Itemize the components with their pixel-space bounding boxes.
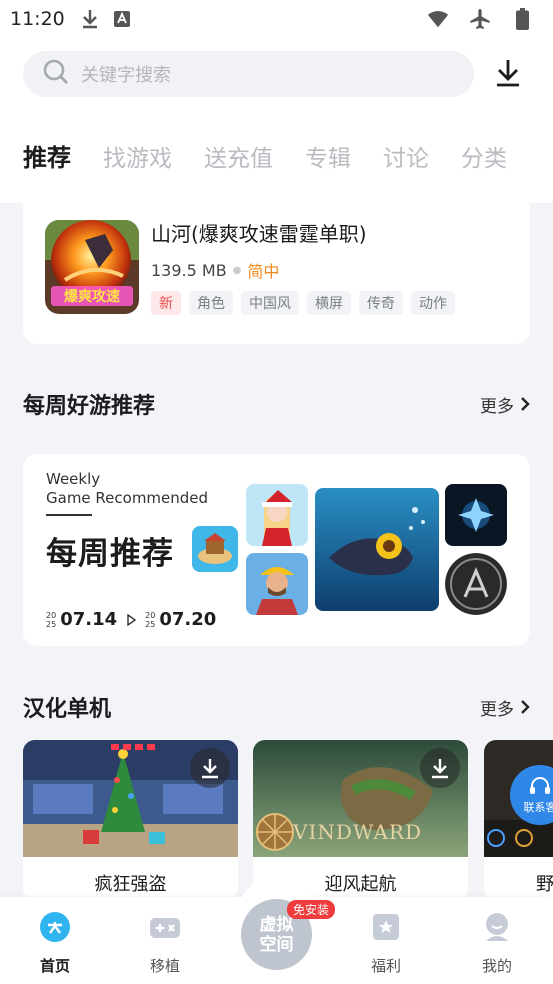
end-year: 20 25 [145, 611, 155, 629]
nav-welfare-label: 福利 [370, 957, 401, 975]
game-name: 野 [536, 874, 553, 895]
battery-icon [511, 8, 533, 30]
weekly-divider [46, 514, 92, 516]
download-manager-button[interactable] [495, 58, 525, 90]
tag: 中国风 [241, 291, 299, 315]
nav-port[interactable]: 移植 [125, 911, 205, 976]
weekly-game-tile-island[interactable] [192, 526, 238, 572]
vindward-logo-text: VINDWARD [293, 820, 422, 844]
download-icon [432, 759, 448, 779]
search-icon [43, 59, 69, 89]
game-language: 简中 [247, 262, 280, 281]
tag: 传奇 [359, 291, 403, 315]
game-icon: 爆爽攻速 [45, 220, 139, 314]
weekly-game-tile-worker[interactable] [246, 553, 308, 615]
weekly-game-tile-glow[interactable] [445, 484, 507, 546]
bookmark-star-icon [373, 914, 399, 940]
weekly-more-link[interactable]: 更多 [480, 392, 530, 417]
weekly-game-tile-christmas[interactable] [246, 484, 308, 546]
virtual-space-line1: 虚拟 [259, 914, 294, 935]
nav-mine[interactable]: 我的 [457, 911, 537, 976]
tag: 角色 [189, 291, 233, 315]
search-bar[interactable]: 关键字搜索 [23, 51, 474, 97]
weekly-section-header: 每周好游推荐 更多 [23, 388, 530, 420]
nav-welfare[interactable]: 福利 [346, 911, 426, 976]
download-icon [497, 60, 519, 87]
search-placeholder: 关键字搜索 [81, 65, 171, 86]
header: 关键字搜索 推荐 找游戏 送充值 专辑 讨论 分类 [0, 38, 553, 203]
status-time: 11:20 [10, 8, 65, 30]
chevron-right-icon [521, 397, 530, 411]
download-button[interactable] [190, 748, 230, 788]
end-year-top: 20 [145, 610, 156, 620]
start-date: 07.14 [60, 609, 118, 630]
weekly-date-range: 20 25 07.14 20 25 07.20 [46, 609, 216, 630]
weekly-section-title: 每周好游推荐 [23, 394, 156, 419]
game-title: 山河(爆爽攻速雷霆单职) [151, 222, 367, 246]
gamepad-icon [150, 918, 180, 938]
end-date: 07.20 [159, 609, 217, 630]
weekly-cn-title: 每周推荐 [46, 536, 174, 572]
weekly-game-tile-fish[interactable] [315, 488, 439, 611]
game-name: 疯狂强盗 [94, 874, 167, 895]
featured-game-card[interactable]: 爆爽攻速 山河(爆爽攻速雷霆单职) 139.5 MB ● 简中 新 角色 中国风… [23, 190, 530, 344]
nav-port-label: 移植 [149, 957, 180, 975]
game-size: 139.5 MB [151, 260, 227, 280]
tag: 动作 [411, 291, 455, 315]
weekly-en-line2: Game Recommended [46, 489, 209, 507]
tag-new: 新 [151, 291, 181, 315]
download-status-icon [79, 8, 101, 30]
home-icon [40, 912, 70, 942]
user-icon [486, 913, 508, 941]
nav-home-label: 首页 [39, 957, 70, 975]
hanhua-section-title: 汉化单机 [23, 697, 112, 722]
weekly-banner[interactable]: Weekly Game Recommended 每周推荐 20 25 07.14… [23, 454, 530, 646]
nav-home[interactable]: 首页 [15, 911, 95, 976]
airplane-mode-icon [469, 8, 491, 30]
tab-find-games[interactable]: 找游戏 [103, 139, 172, 173]
end-year-bottom: 25 [145, 619, 156, 629]
headset-icon [530, 777, 550, 794]
arrow-right-icon [127, 613, 137, 626]
weekly-game-tile-emblem[interactable] [445, 553, 507, 615]
chevron-right-icon [521, 700, 530, 714]
weekly-en-line1: Weekly [46, 470, 101, 488]
nav-mine-label: 我的 [481, 957, 512, 975]
game-tags: 新 角色 中国风 横屏 传奇 动作 [151, 291, 455, 315]
start-year-top: 20 [46, 610, 57, 620]
tab-recommend[interactable]: 推荐 [23, 138, 71, 173]
tab-discussion[interactable]: 讨论 [383, 139, 429, 173]
hanhua-game-card[interactable]: 疯狂强盗 [23, 740, 238, 900]
meta-separator: ● [232, 264, 242, 276]
tab-category[interactable]: 分类 [461, 139, 507, 173]
hanhua-section-header: 汉化单机 更多 [23, 691, 530, 723]
tab-albums[interactable]: 专辑 [305, 139, 351, 173]
game-icon-text: 爆爽攻速 [64, 288, 120, 305]
wifi-icon [427, 8, 449, 30]
tab-bar: 推荐 找游戏 送充值 专辑 讨论 分类 [23, 138, 539, 173]
game-meta: 139.5 MB ● 简中 [151, 258, 279, 282]
download-icon [202, 759, 218, 779]
contact-label: 联系客 [523, 801, 553, 814]
start-year-bottom: 25 [46, 619, 57, 629]
download-button[interactable] [420, 748, 460, 788]
more-label: 更多 [480, 699, 514, 720]
more-label: 更多 [480, 396, 514, 417]
hanhua-more-link[interactable]: 更多 [480, 695, 530, 720]
virtual-space-line2: 空间 [259, 934, 294, 955]
tag: 横屏 [307, 291, 351, 315]
status-bar: 11:20 [0, 0, 553, 38]
app-notification-icon [111, 8, 133, 30]
tab-recharge[interactable]: 送充值 [204, 139, 273, 173]
no-install-badge: 免安装 [287, 900, 336, 919]
start-year: 20 25 [46, 611, 56, 629]
